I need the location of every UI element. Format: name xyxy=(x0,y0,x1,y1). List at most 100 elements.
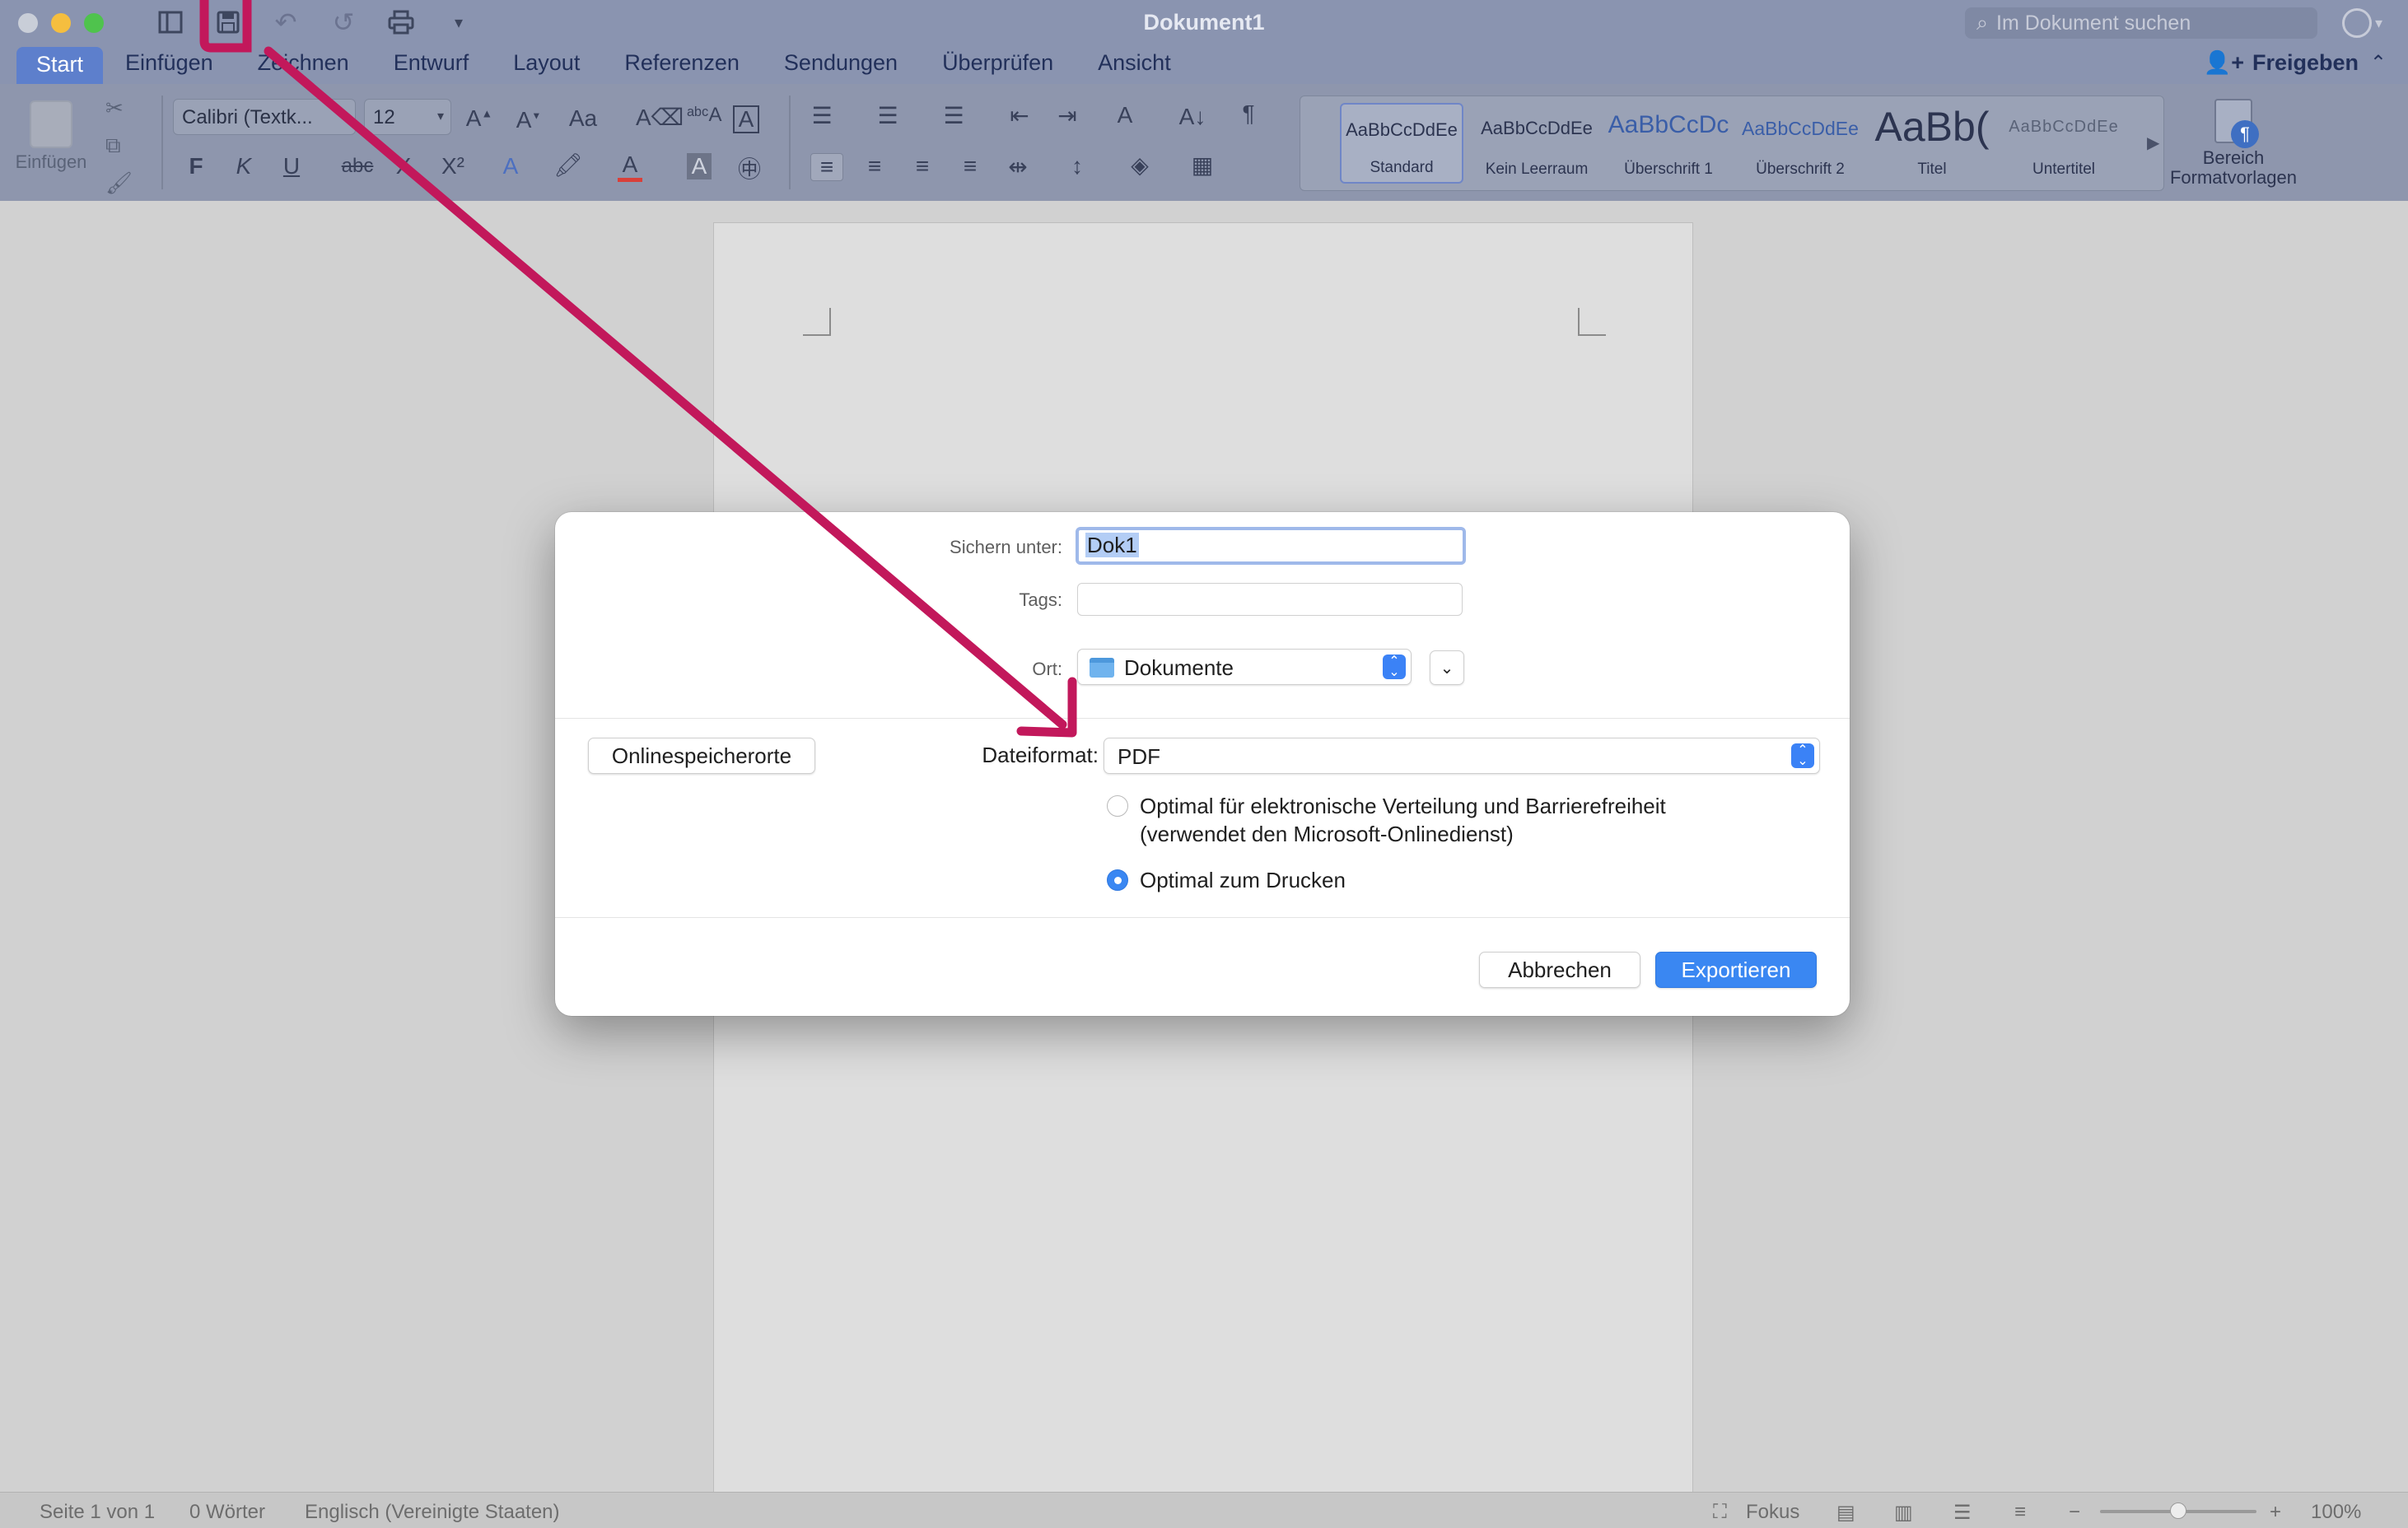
style-ueberschrift-2[interactable]: AaBbCcDdEe Überschrift 2 xyxy=(1738,103,1862,184)
collapse-ribbon-icon[interactable]: ⌃ xyxy=(2370,51,2387,75)
tab-referenzen[interactable]: Referenzen xyxy=(602,50,762,84)
styles-pane-button[interactable]: ¶ Bereich Formatvorlagen xyxy=(2166,99,2301,188)
save-as-value: Dok1 xyxy=(1085,533,1139,557)
highlight-icon[interactable]: 🖍 xyxy=(552,151,585,179)
character-border-icon[interactable]: A xyxy=(733,105,759,133)
line-spacing-icon[interactable]: ↕ xyxy=(1061,153,1094,179)
zoom-slider[interactable] xyxy=(2100,1502,2256,1519)
tab-sendungen[interactable]: Sendungen xyxy=(762,50,920,84)
style-sample: AaBbCcDdEe xyxy=(1346,119,1458,140)
share-button[interactable]: 👤+ Freigeben xyxy=(2204,49,2359,76)
expand-dialog-button[interactable]: ⌄ xyxy=(1430,650,1464,685)
radio-optimal-print-label[interactable]: Optimal zum Drucken xyxy=(1140,866,1346,894)
location-label: Ort: xyxy=(1032,659,1062,679)
style-kein-leerraum[interactable]: AaBbCcDdEe Kein Leerraum xyxy=(1475,103,1598,184)
phonetic-guide-icon[interactable]: ᵃᵇᶜA xyxy=(687,104,722,127)
location-select[interactable]: Dokumente ⌃ ⌄ xyxy=(1077,649,1412,685)
outline-view-icon[interactable]: ☰ xyxy=(1953,1501,1972,1525)
increase-indent-icon[interactable]: ⇥ xyxy=(1051,102,1084,129)
bold-button[interactable]: F xyxy=(180,153,212,179)
decrease-indent-icon[interactable]: ⇤ xyxy=(1003,102,1036,129)
radio-electronic-distribution[interactable] xyxy=(1107,795,1128,817)
draft-view-icon[interactable]: ≡ xyxy=(2014,1501,2026,1524)
font-size-select[interactable]: 12 ▾ xyxy=(364,99,451,135)
clear-formatting-icon[interactable]: A⌫ xyxy=(636,104,684,131)
style-sample: AaBbCcDdEe xyxy=(1481,118,1593,138)
page-count[interactable]: Seite 1 von 1 xyxy=(40,1501,155,1524)
show-formatting-icon[interactable]: ¶ xyxy=(1232,100,1265,127)
underline-button[interactable]: U xyxy=(275,153,308,179)
style-titel[interactable]: AaBb( Titel xyxy=(1870,103,1994,184)
tab-start[interactable]: Start xyxy=(16,47,104,84)
grow-font-icon[interactable]: A▲ xyxy=(463,105,496,132)
word-count[interactable]: 0 Wörter xyxy=(189,1501,265,1524)
subscript-button[interactable]: X xyxy=(387,153,420,179)
dialog-divider xyxy=(555,917,1850,918)
paste-button[interactable]: Einfügen xyxy=(12,94,91,184)
clipboard-icon xyxy=(30,100,72,148)
ribbon-separator xyxy=(789,96,791,189)
distributed-icon[interactable]: ⇹ xyxy=(1001,153,1034,180)
text-effects-icon[interactable]: A xyxy=(494,153,527,179)
multilevel-list-icon[interactable]: ☰ xyxy=(937,102,970,129)
ribbon-separator xyxy=(161,96,163,189)
cut-icon[interactable]: ✂ xyxy=(105,96,133,121)
copy-icon[interactable]: ⧉ xyxy=(105,133,133,159)
asian-layout-icon[interactable]: A xyxy=(1108,102,1141,128)
document-search-input[interactable]: ⌕ Im Dokument suchen xyxy=(1965,7,2317,39)
style-name: Überschrift 1 xyxy=(1624,161,1713,178)
file-format-select[interactable]: PDF ⌃ ⌄ xyxy=(1104,738,1820,774)
focus-label[interactable]: Fokus xyxy=(1746,1501,1799,1524)
style-ueberschrift-1[interactable]: AaBbCcDc Überschrift 1 xyxy=(1607,103,1730,184)
popup-stepper-icon: ⌃ ⌄ xyxy=(1383,655,1406,679)
tab-entwurf[interactable]: Entwurf xyxy=(371,50,492,84)
align-left-icon[interactable]: ≡ xyxy=(810,153,843,181)
superscript-button[interactable]: X² xyxy=(436,153,469,179)
online-locations-button[interactable]: Onlinespeicherorte xyxy=(588,738,815,774)
zoom-level[interactable]: 100% xyxy=(2311,1501,2361,1524)
folder-icon xyxy=(1090,658,1114,678)
print-layout-icon[interactable]: ▤ xyxy=(1836,1501,1855,1525)
zoom-slider-handle[interactable] xyxy=(2170,1502,2186,1519)
save-as-input[interactable]: Dok1 xyxy=(1076,527,1466,565)
tags-input[interactable] xyxy=(1077,583,1463,616)
shading-icon[interactable]: A xyxy=(687,153,712,179)
cancel-button[interactable]: Abbrechen xyxy=(1479,952,1640,988)
sort-icon[interactable]: A↓ xyxy=(1176,104,1209,130)
numbering-icon[interactable]: ☰ xyxy=(871,102,904,129)
font-color-icon[interactable]: A xyxy=(618,151,642,182)
align-right-icon[interactable]: ≡ xyxy=(906,153,939,179)
paragraph-shading-icon[interactable]: ◈ xyxy=(1123,151,1156,179)
style-untertitel[interactable]: AaBbCcDdEe Untertitel xyxy=(2002,103,2126,184)
tags-label: Tags: xyxy=(1019,589,1062,610)
zoom-in-icon[interactable]: + xyxy=(2270,1501,2281,1524)
borders-icon[interactable]: ▦ xyxy=(1186,151,1219,179)
export-button[interactable]: Exportieren xyxy=(1655,952,1817,988)
font-name-select[interactable]: Calibri (Textk... xyxy=(173,99,356,135)
chevron-down-icon[interactable]: ▾ xyxy=(2375,15,2382,32)
tab-layout[interactable]: Layout xyxy=(491,50,602,84)
tab-ansicht[interactable]: Ansicht xyxy=(1076,50,1193,84)
tab-ueberpruefen[interactable]: Überprüfen xyxy=(920,50,1076,84)
tab-einfuegen[interactable]: Einfügen xyxy=(103,50,236,84)
radio-electronic-distribution-label[interactable]: Optimal für elektronische Verteilung und… xyxy=(1140,792,1666,820)
feedback-smiley-icon[interactable] xyxy=(2342,8,2372,38)
align-center-icon[interactable]: ≡ xyxy=(858,153,891,179)
focus-icon[interactable]: ⛶ xyxy=(1713,1501,1727,1524)
tab-zeichnen[interactable]: Zeichnen xyxy=(236,50,371,84)
bullets-icon[interactable]: ☰ xyxy=(805,102,838,129)
style-sample: AaBbCcDc xyxy=(1608,111,1729,138)
justify-icon[interactable]: ≡ xyxy=(954,153,987,179)
chevron-right-icon[interactable]: ▶ xyxy=(2147,133,2159,153)
italic-button[interactable]: K xyxy=(227,153,260,179)
shrink-font-icon[interactable]: A▼ xyxy=(512,107,545,133)
strikethrough-button[interactable]: abc xyxy=(341,155,374,178)
style-standard[interactable]: AaBbCcDdEe Standard xyxy=(1340,103,1463,184)
zoom-out-icon[interactable]: − xyxy=(2069,1501,2080,1524)
language-indicator[interactable]: Englisch (Vereinigte Staaten) xyxy=(305,1501,560,1524)
change-case-icon[interactable]: Aa xyxy=(567,105,600,132)
radio-optimal-print[interactable] xyxy=(1107,869,1128,891)
web-layout-icon[interactable]: ▥ xyxy=(1894,1501,1913,1525)
format-painter-icon[interactable]: 🖌 xyxy=(105,170,133,196)
enclose-character-icon[interactable]: ㊥ xyxy=(733,151,766,184)
